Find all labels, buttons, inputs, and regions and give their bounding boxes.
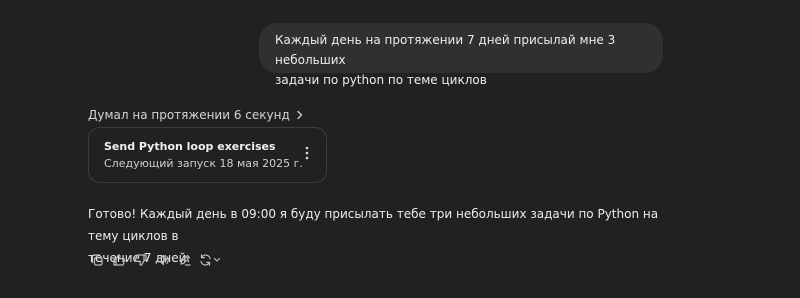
user-message-line-2: задачи по python по теме циклов bbox=[275, 73, 487, 87]
thought-label: Думал на протяжении 6 секунд bbox=[88, 108, 290, 122]
assistant-message-line-1: Готово! Каждый день в 09:00 я буду присы… bbox=[88, 207, 659, 243]
edit-canvas-icon[interactable] bbox=[174, 251, 196, 269]
more-vertical-icon[interactable] bbox=[302, 146, 312, 162]
thumbs-down-icon[interactable] bbox=[130, 251, 152, 269]
user-message-bubble: Каждый день на протяжении 7 дней присыла… bbox=[259, 23, 663, 87]
copy-icon[interactable] bbox=[86, 251, 108, 269]
user-message-line-1: Каждый день на протяжении 7 дней присыла… bbox=[275, 33, 616, 67]
task-next-run: Следующий запуск 18 мая 2025 г. bbox=[104, 157, 303, 170]
thumbs-up-icon[interactable] bbox=[108, 251, 130, 269]
speaker-icon[interactable] bbox=[152, 251, 174, 269]
regenerate-icon[interactable] bbox=[196, 251, 226, 269]
scheduled-task-card[interactable]: Send Python loop exercises Следующий зап… bbox=[88, 127, 327, 183]
chevron-right-icon bbox=[296, 110, 304, 120]
message-actions bbox=[86, 251, 226, 269]
thought-toggle[interactable]: Думал на протяжении 6 секунд bbox=[88, 106, 304, 124]
task-title: Send Python loop exercises bbox=[104, 140, 276, 153]
chat-page: Каждый день на протяжении 7 дней присыла… bbox=[0, 0, 800, 298]
